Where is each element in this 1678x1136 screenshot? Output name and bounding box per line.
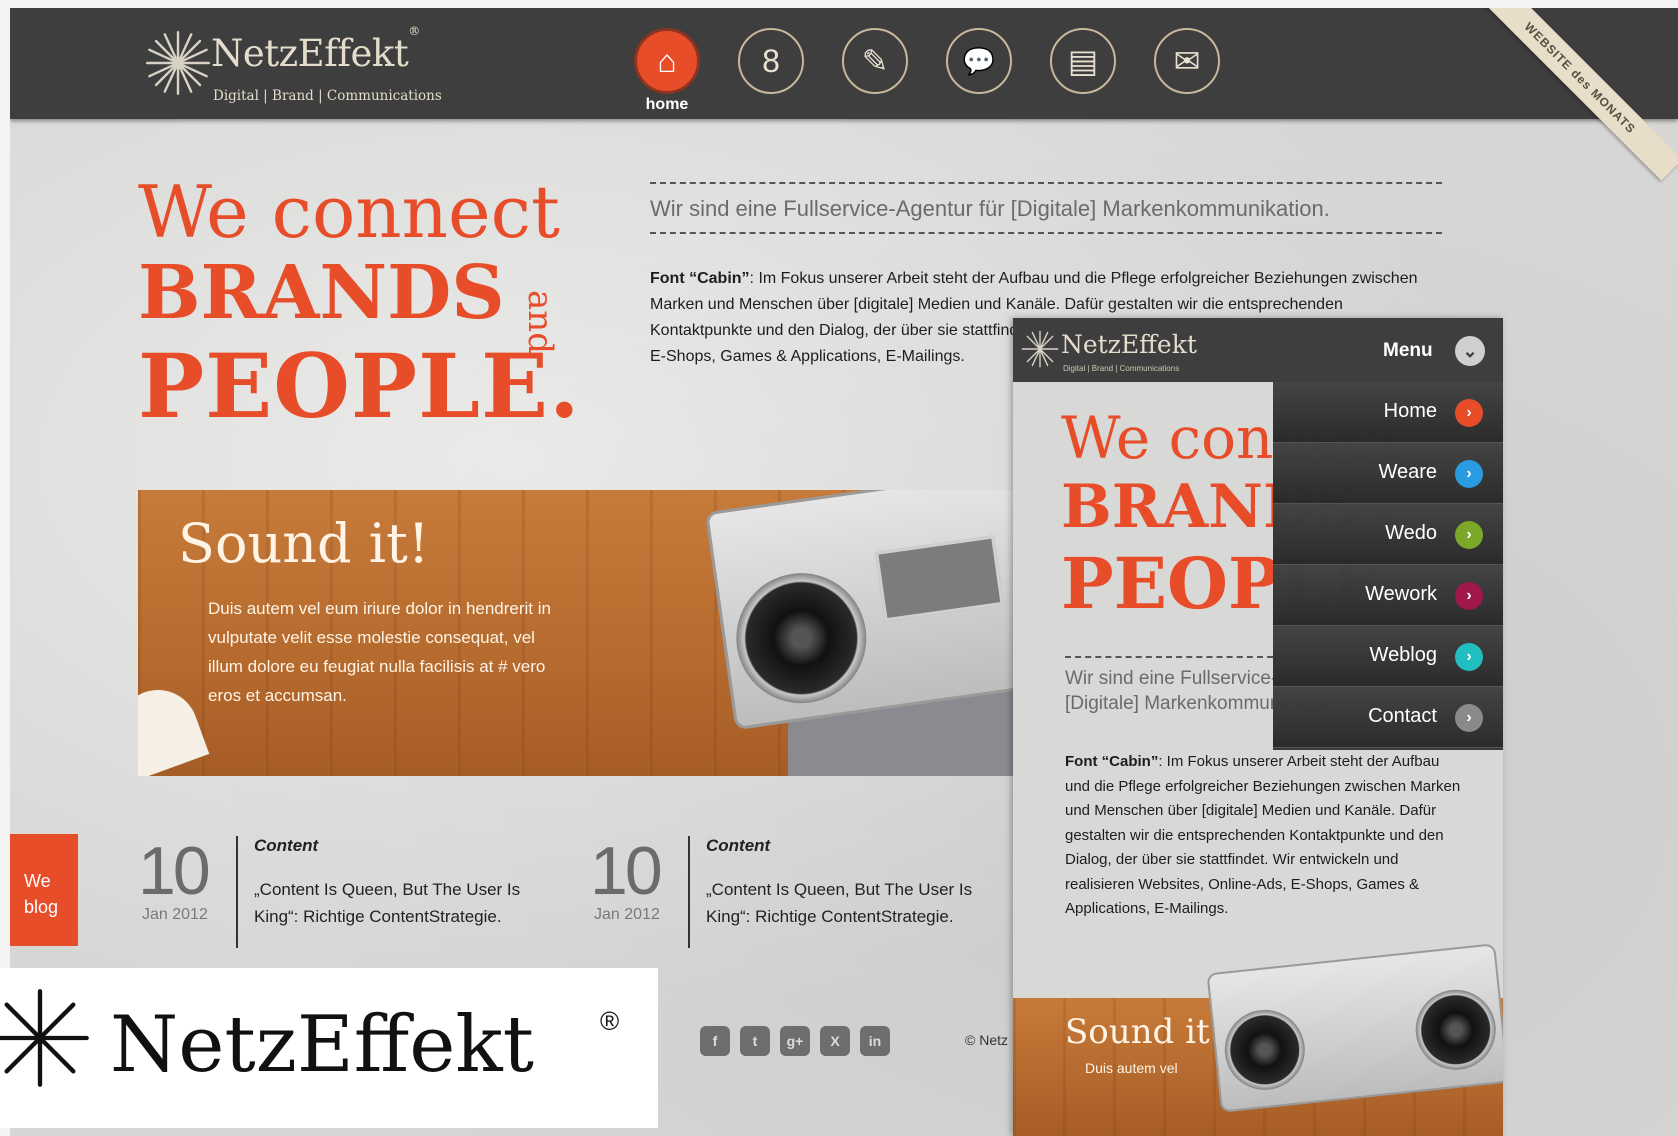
chevron-right-icon: › xyxy=(1455,521,1483,549)
facebook-icon[interactable]: f xyxy=(700,1026,730,1056)
post-separator xyxy=(688,836,690,948)
blog-post[interactable]: 10 Jan 2012 Content „Content Is Queen, B… xyxy=(590,832,990,952)
post-body: „Content Is Queen, But The User Is King“… xyxy=(706,880,973,926)
mobile-menu-item-label: Wework xyxy=(1365,583,1437,605)
large-logo-name: NetzEffekt xyxy=(110,1000,534,1090)
nav-work-button[interactable]: ▤ xyxy=(1050,28,1116,94)
speaker-left xyxy=(1220,1005,1309,1094)
mobile-menu-item-label: Contact xyxy=(1368,705,1437,727)
intro-title: Wir sind eine Fullservice-Agentur für [D… xyxy=(650,196,1330,221)
mobile-menu-item-wework[interactable]: Wework › xyxy=(1273,565,1503,626)
mobile-boombox-image xyxy=(1206,943,1503,1113)
post-month: Jan 2012 xyxy=(142,906,208,923)
post-separator xyxy=(236,836,238,948)
mobile-menu-label[interactable]: Menu xyxy=(1383,340,1433,362)
mobile-logo-name: NetzEffekt xyxy=(1061,330,1197,359)
xing-icon[interactable]: X xyxy=(820,1026,850,1056)
mobile-menu-item-home[interactable]: Home › xyxy=(1273,382,1503,443)
mobile-menu-item-weblog[interactable]: Weblog › xyxy=(1273,626,1503,687)
lamp-image xyxy=(138,678,210,776)
cassette-deck xyxy=(875,535,1004,622)
speaker-left xyxy=(727,564,875,712)
starburst-icon xyxy=(0,989,89,1087)
mobile-logo[interactable]: NetzEffekt Digital | Brand | Communicati… xyxy=(1021,328,1231,378)
nav-home-button[interactable]: ⌂ xyxy=(634,28,700,94)
large-logo-overlay: NetzEffekt ® xyxy=(0,968,658,1128)
hero-line-1: We connect xyxy=(138,170,560,254)
starburst-icon xyxy=(145,30,211,96)
divider-bottom xyxy=(650,232,1442,234)
banner-title: Sound it! xyxy=(178,512,430,575)
chevron-right-icon: › xyxy=(1455,704,1483,732)
post-body: „Content Is Queen, But The User Is King“… xyxy=(254,880,521,926)
nav-about-button[interactable]: 8 xyxy=(738,28,804,94)
chevron-right-icon: › xyxy=(1455,582,1483,610)
mobile-logo-tagline: Digital | Brand | Communications xyxy=(1063,364,1180,373)
home-icon: ⌂ xyxy=(657,42,677,79)
chevron-right-icon: › xyxy=(1455,399,1483,427)
mail-icon: ✉ xyxy=(1173,43,1201,79)
blog-post[interactable]: 10 Jan 2012 Content „Content Is Queen, B… xyxy=(138,832,538,952)
mobile-menu-item-weare[interactable]: Weare › xyxy=(1273,443,1503,504)
logo-name: NetzEffekt® xyxy=(211,23,420,75)
weblog-tab[interactable]: We blog xyxy=(10,834,78,946)
copyright-text: © Netz xyxy=(965,1032,1008,1048)
starburst-icon xyxy=(1021,330,1059,368)
mobile-menu-item-label: Home xyxy=(1383,400,1437,422)
twitter-icon[interactable]: t xyxy=(740,1026,770,1056)
hero-headline: We connect BRANDS and PEOPLE. xyxy=(138,170,618,440)
chat-icon: 💬 xyxy=(962,45,996,76)
mobile-menu-item-label: Weare xyxy=(1378,461,1437,483)
mobile-menu-item-label: Wedo xyxy=(1385,522,1437,544)
mobile-banner-text: Duis autem vel xyxy=(1085,1060,1178,1076)
mobile-menu-item-contact[interactable]: Contact › xyxy=(1273,687,1503,748)
page-frame: NetzEffekt® Digital | Brand | Communicat… xyxy=(10,8,1678,1136)
site-header: NetzEffekt® Digital | Brand | Communicat… xyxy=(10,8,1678,119)
nav-services-button[interactable]: ✎ xyxy=(842,28,908,94)
post-day: 10 xyxy=(590,833,663,909)
nav-home-label: home xyxy=(645,96,689,113)
document-icon: ▤ xyxy=(1067,43,1099,79)
chevron-right-icon: › xyxy=(1455,460,1483,488)
mobile-preview: NetzEffekt Digital | Brand | Communicati… xyxy=(1013,318,1503,1136)
post-heading: Content xyxy=(254,836,319,855)
nav-contact-button[interactable]: ✉ xyxy=(1154,28,1220,94)
googleplus-icon[interactable]: g+ xyxy=(780,1026,810,1056)
nav-blog-button[interactable]: 💬 xyxy=(946,28,1012,94)
hero-line-3: PEOPLE. xyxy=(138,334,581,438)
banner-text: Duis autem vel eum iriure dolor in hendr… xyxy=(208,599,551,705)
mobile-menu-item-wedo[interactable]: Wedo › xyxy=(1273,504,1503,565)
mobile-header: NetzEffekt Digital | Brand | Communicati… xyxy=(1013,318,1503,382)
post-day: 10 xyxy=(138,833,211,909)
mobile-intro-text: Font “Cabin”: Im Fokus unserer Arbeit st… xyxy=(1065,753,1461,917)
person-icon: 8 xyxy=(762,42,780,79)
divider-top xyxy=(650,182,1442,184)
weblog-tab-line-2: blog xyxy=(24,897,59,917)
large-logo-reg: ® xyxy=(600,1006,620,1036)
post-month: Jan 2012 xyxy=(594,906,660,923)
hero-line-2: BRANDS xyxy=(138,250,505,336)
speaker-right xyxy=(1411,985,1500,1074)
sound-it-banner[interactable]: Sound it! Duis autem vel eum iriure dolo… xyxy=(138,490,1138,776)
mobile-menu-item-label: Weblog xyxy=(1369,644,1437,666)
post-heading: Content xyxy=(706,836,771,855)
logo-tagline: Digital | Brand | Communications xyxy=(213,88,442,104)
linkedin-icon[interactable]: in xyxy=(860,1026,890,1056)
chevron-down-icon[interactable]: ⌄ xyxy=(1455,336,1485,366)
pencil-icon: ✎ xyxy=(861,43,889,79)
site-logo[interactable]: NetzEffekt® Digital | Brand | Communicat… xyxy=(145,24,465,110)
mobile-menu-dropdown: Home › Weare › Wedo › Wework › Weblog › … xyxy=(1273,382,1503,750)
weblog-tab-line-1: We xyxy=(24,871,51,891)
mobile-banner-title: Sound it! xyxy=(1065,1012,1224,1052)
chevron-right-icon: › xyxy=(1455,643,1483,671)
